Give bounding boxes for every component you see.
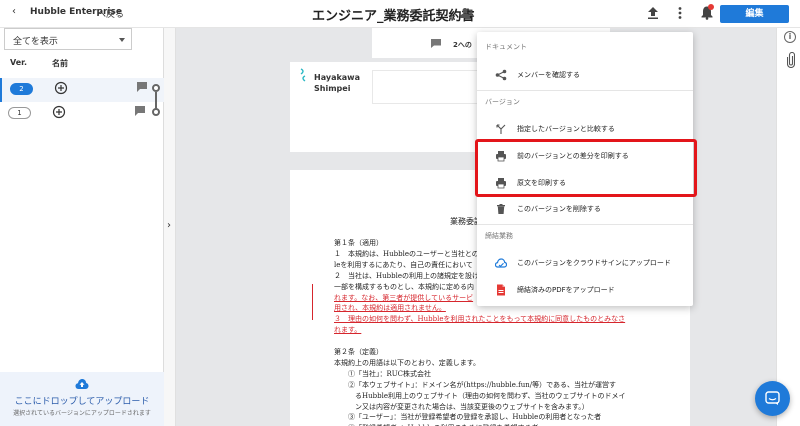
upload-icon[interactable] bbox=[646, 6, 660, 20]
document-text-line: るHubble利用上のウェブサイト（理由の如何を問わず、当社のウェブサイトのドメ… bbox=[334, 391, 626, 400]
menu-divider bbox=[477, 224, 693, 225]
dropzone-subtitle: 選択されているバージョンにアップロードされます bbox=[13, 410, 151, 417]
user-logo-icon bbox=[300, 68, 306, 82]
back-link[interactable]: へ戻る bbox=[97, 7, 124, 20]
notification-badge bbox=[708, 4, 714, 10]
user-name: Hayakawa Shimpei bbox=[314, 72, 360, 94]
user-last-name: Shimpei bbox=[314, 84, 351, 93]
dropzone-title: ここにドロップしてアップロード bbox=[14, 397, 150, 407]
add-name-icon[interactable] bbox=[52, 105, 66, 119]
document-text-line: leを利用するにあたり、自己の責任において bbox=[334, 260, 473, 269]
document-text-line: れます。 bbox=[334, 326, 362, 335]
comment-icon[interactable] bbox=[136, 81, 148, 93]
chevron-right-icon: › bbox=[167, 220, 171, 231]
menu-item-compare-version[interactable]: 指定したバージョンと比較する bbox=[477, 116, 693, 142]
column-header-version: Ver. bbox=[10, 58, 28, 67]
comment-icon[interactable] bbox=[430, 38, 442, 49]
version-row[interactable]: 2 bbox=[0, 78, 164, 102]
chevron-down-icon bbox=[119, 38, 125, 42]
menu-section-version: バージョン bbox=[485, 98, 520, 106]
document-text-line: ③「ユーザー」：当社が登録希望者の登録を承認し、Hubbleの利用者となった者 bbox=[334, 413, 602, 422]
menu-section-contract: 締結業務 bbox=[485, 232, 513, 240]
version-filter-value: 全てを表示 bbox=[13, 37, 58, 47]
document-text-line: ン又は内容が変更された場合は、当該変更後のウェブサイトを含みます。） bbox=[334, 402, 589, 411]
printer-icon bbox=[496, 178, 506, 189]
user-first-name: Hayakawa bbox=[314, 73, 360, 82]
document-text-line: ３ 理由の如何を問わず、Hubbleを利用されたことをもって本規約に同意したもの… bbox=[334, 315, 626, 324]
menu-item-print-diff[interactable]: 前のバージョンとの差分を印刷する bbox=[477, 143, 693, 169]
trash-icon bbox=[497, 204, 505, 214]
document-text-line: 第２条（定義） bbox=[334, 348, 383, 356]
document-text-line: 本規約上の用語は以下のとおり、定義します。 bbox=[334, 358, 481, 367]
version-row[interactable]: 1 bbox=[0, 102, 164, 126]
document-text-line: れます。なお、第三者が提供しているサービ bbox=[334, 293, 474, 302]
chat-icon bbox=[765, 391, 780, 405]
version-timeline-node bbox=[152, 84, 160, 92]
cloud-upload-icon bbox=[75, 379, 89, 389]
comment-bar-text: 2への bbox=[453, 41, 472, 49]
comment-icon[interactable] bbox=[134, 105, 146, 117]
version-filter-select[interactable]: 全てを表示 bbox=[4, 28, 132, 50]
document-text-line: １ 本規約は、Hubbleのユーザーと当社との bbox=[334, 249, 479, 258]
menu-item-upload-cloudsign[interactable]: このバージョンをクラウドサインにアップロード bbox=[477, 250, 693, 276]
document-text-line: ②「本ウェブサイト」：ドメイン名が(https://hubble.fun/等）で… bbox=[334, 380, 616, 389]
version-badge: 1 bbox=[8, 107, 31, 119]
menu-divider bbox=[477, 90, 693, 91]
edit-button[interactable]: 編集 bbox=[720, 5, 789, 23]
document-text-line: 一部を構成するものとし、本規約に定める内 bbox=[334, 282, 474, 291]
menu-item-check-members[interactable]: メンバーを確認する bbox=[477, 62, 693, 88]
document-text-line: ①「当社」：RUC株式会社 bbox=[334, 369, 432, 378]
column-header-name: 名前 bbox=[52, 59, 68, 68]
menu-item-delete-version[interactable]: このバージョンを削除する bbox=[477, 196, 693, 222]
menu-item-label: メンバーを確認する bbox=[517, 71, 580, 79]
right-rail bbox=[776, 28, 800, 426]
pdf-file-icon bbox=[497, 284, 505, 296]
printer-icon bbox=[496, 151, 506, 162]
upload-dropzone[interactable]: ここにドロップしてアップロード 選択されているバージョンにアップロードされます bbox=[0, 372, 164, 426]
add-member-icon[interactable] bbox=[460, 7, 474, 19]
more-menu-icon[interactable] bbox=[675, 6, 685, 20]
add-name-icon[interactable] bbox=[54, 81, 68, 95]
document-text-line: ２ 当社は、Hubbleの利用上の諸規定を設け bbox=[334, 271, 479, 280]
menu-item-upload-signed-pdf[interactable]: 締結済みのPDFをアップロード bbox=[477, 277, 693, 303]
compare-arrows-icon bbox=[496, 124, 506, 134]
document-text-line: 用され、本規約は適用されません。 bbox=[334, 304, 446, 313]
menu-item-print-original[interactable]: 原文を印刷する bbox=[477, 170, 693, 196]
document-title: エンジニア_業務委託契約書 bbox=[312, 9, 475, 24]
back-chevron-icon[interactable]: ‹ bbox=[12, 6, 16, 17]
menu-item-label: 原文を印刷する bbox=[517, 179, 566, 187]
info-icon[interactable]: i bbox=[784, 31, 796, 43]
version-sidebar: 全てを表示 Ver. 名前 2 1 ここにドロップしてアップロード 選択されてい bbox=[0, 28, 164, 426]
menu-item-label: 締結済みのPDFをアップロード bbox=[517, 286, 615, 294]
menu-item-label: このバージョンをクラウドサインにアップロード bbox=[517, 259, 671, 267]
top-bar: ‹ Hubble Enterprise へ戻る エンジニア_業務委託契約書 編集 bbox=[0, 0, 800, 28]
sidebar-expand-toggle[interactable]: › bbox=[164, 28, 176, 426]
menu-section-document: ドキュメント bbox=[485, 43, 527, 51]
menu-item-label: 前のバージョンとの差分を印刷する bbox=[517, 152, 629, 160]
menu-item-label: 指定したバージョンと比較する bbox=[517, 125, 615, 133]
version-timeline-node bbox=[152, 108, 160, 116]
version-badge: 2 bbox=[10, 83, 33, 95]
cloudsign-icon bbox=[495, 258, 507, 268]
chat-support-button[interactable] bbox=[755, 381, 790, 416]
more-actions-menu: ドキュメント メンバーを確認する バージョン 指定したバージョンと比較する 前の… bbox=[477, 32, 693, 306]
menu-item-label: このバージョンを削除する bbox=[517, 205, 601, 213]
share-icon bbox=[495, 69, 507, 81]
paperclip-icon[interactable] bbox=[787, 52, 795, 68]
document-text-line: 第１条（適用） bbox=[334, 239, 383, 247]
diff-change-marker bbox=[312, 284, 313, 320]
comment-input[interactable] bbox=[372, 70, 482, 104]
